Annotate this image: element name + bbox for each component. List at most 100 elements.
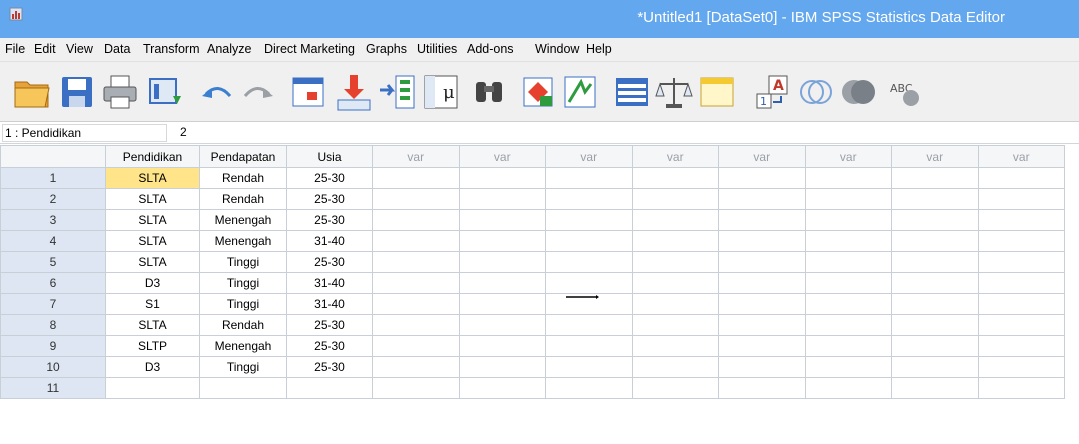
row-number[interactable]: 3	[0, 209, 106, 231]
data-cell[interactable]: 25-30	[286, 188, 373, 210]
menu-edit[interactable]: Edit	[34, 42, 56, 56]
data-cell[interactable]	[891, 272, 979, 294]
data-cell[interactable]	[458, 188, 546, 210]
row-number[interactable]: 1	[0, 167, 106, 189]
data-cell[interactable]: SLTA	[105, 251, 200, 273]
row-number[interactable]: 6	[0, 272, 106, 294]
data-cell[interactable]	[631, 356, 719, 378]
data-cell[interactable]	[977, 272, 1065, 294]
data-cell[interactable]	[804, 230, 892, 252]
column-header[interactable]: var	[631, 145, 719, 168]
data-cell[interactable]	[545, 272, 633, 294]
row-number[interactable]: 5	[0, 251, 106, 273]
row-number[interactable]: 2	[0, 188, 106, 210]
data-cell[interactable]	[977, 209, 1065, 231]
variables-icon[interactable]	[378, 72, 418, 112]
data-cell[interactable]	[804, 209, 892, 231]
data-cell[interactable]	[545, 209, 633, 231]
data-cell[interactable]: SLTA	[105, 188, 200, 210]
data-cell[interactable]	[804, 356, 892, 378]
data-cell[interactable]: D3	[105, 356, 200, 378]
data-cell[interactable]	[458, 293, 546, 315]
find-icon[interactable]	[470, 72, 510, 112]
menu-file[interactable]: File	[5, 42, 25, 56]
column-header[interactable]: var	[458, 145, 546, 168]
data-cell[interactable]	[718, 209, 806, 231]
use-sets-icon[interactable]	[795, 72, 835, 112]
cell-reference[interactable]: 1 : Pendidikan	[2, 124, 167, 142]
data-cell[interactable]	[372, 377, 460, 399]
data-cell[interactable]	[891, 188, 979, 210]
data-cell[interactable]	[545, 188, 633, 210]
menu-help[interactable]: Help	[586, 42, 612, 56]
data-cell[interactable]: 25-30	[286, 209, 373, 231]
print-icon[interactable]	[100, 72, 140, 112]
data-cell[interactable]	[199, 377, 287, 399]
column-header[interactable]: Pendidikan	[105, 145, 200, 168]
data-cell[interactable]: SLTA	[105, 209, 200, 231]
data-cell[interactable]	[458, 209, 546, 231]
data-cell[interactable]	[631, 167, 719, 189]
weight-cases-icon[interactable]	[654, 72, 694, 112]
data-cell[interactable]	[977, 314, 1065, 336]
data-cell[interactable]	[372, 272, 460, 294]
data-cell[interactable]: SLTA	[105, 314, 200, 336]
row-number[interactable]: 11	[0, 377, 106, 399]
data-cell[interactable]: 25-30	[286, 167, 373, 189]
show-all-variables-icon[interactable]	[838, 72, 878, 112]
data-cell[interactable]: S1	[105, 293, 200, 315]
data-cell[interactable]	[372, 314, 460, 336]
value-labels-icon[interactable]: A1	[753, 72, 793, 112]
data-cell[interactable]	[631, 230, 719, 252]
column-header[interactable]: var	[891, 145, 979, 168]
data-cell[interactable]	[286, 377, 373, 399]
data-cell[interactable]	[545, 251, 633, 273]
data-cell[interactable]	[372, 335, 460, 357]
data-cell[interactable]	[977, 377, 1065, 399]
data-cell[interactable]: D3	[105, 272, 200, 294]
data-cell[interactable]	[891, 314, 979, 336]
insert-cases-icon[interactable]	[518, 72, 558, 112]
data-cell[interactable]	[718, 230, 806, 252]
data-cell[interactable]: Tinggi	[199, 251, 287, 273]
undo-icon[interactable]	[196, 72, 236, 112]
menu-view[interactable]: View	[66, 42, 93, 56]
menu-data[interactable]: Data	[104, 42, 130, 56]
row-number[interactable]: 7	[0, 293, 106, 315]
column-header[interactable]: Usia	[286, 145, 373, 168]
data-cell[interactable]	[631, 272, 719, 294]
row-number[interactable]: 4	[0, 230, 106, 252]
data-cell[interactable]: SLTA	[105, 230, 200, 252]
menu-direct-marketing[interactable]: Direct Marketing	[264, 42, 355, 56]
data-cell[interactable]	[891, 335, 979, 357]
data-cell[interactable]	[718, 293, 806, 315]
data-cell[interactable]	[804, 335, 892, 357]
insert-variable-icon[interactable]	[560, 72, 600, 112]
data-cell[interactable]	[372, 167, 460, 189]
data-cell[interactable]	[718, 314, 806, 336]
goto-case-icon[interactable]	[289, 72, 329, 112]
data-cell[interactable]	[458, 377, 546, 399]
menu-window[interactable]: Window	[535, 42, 579, 56]
data-cell[interactable]: 31-40	[286, 272, 373, 294]
data-cell[interactable]	[891, 251, 979, 273]
data-cell[interactable]	[977, 251, 1065, 273]
descriptive-statistics-icon[interactable]: μ	[421, 72, 461, 112]
data-cell[interactable]	[545, 356, 633, 378]
data-cell[interactable]: 25-30	[286, 251, 373, 273]
data-cell[interactable]	[718, 251, 806, 273]
cell-value-field[interactable]: 2	[180, 124, 187, 140]
data-cell[interactable]	[458, 356, 546, 378]
data-cell[interactable]	[372, 293, 460, 315]
data-cell[interactable]	[545, 167, 633, 189]
data-cell[interactable]: Tinggi	[199, 272, 287, 294]
data-cell[interactable]: Rendah	[199, 314, 287, 336]
data-cell[interactable]	[458, 167, 546, 189]
data-cell[interactable]: SLTA	[105, 167, 200, 189]
redo-icon[interactable]	[239, 72, 279, 112]
menu-analyze[interactable]: Analyze	[207, 42, 251, 56]
data-cell[interactable]	[977, 356, 1065, 378]
data-cell[interactable]	[372, 188, 460, 210]
data-cell[interactable]: Rendah	[199, 188, 287, 210]
menu-add-ons[interactable]: Add-ons	[467, 42, 514, 56]
